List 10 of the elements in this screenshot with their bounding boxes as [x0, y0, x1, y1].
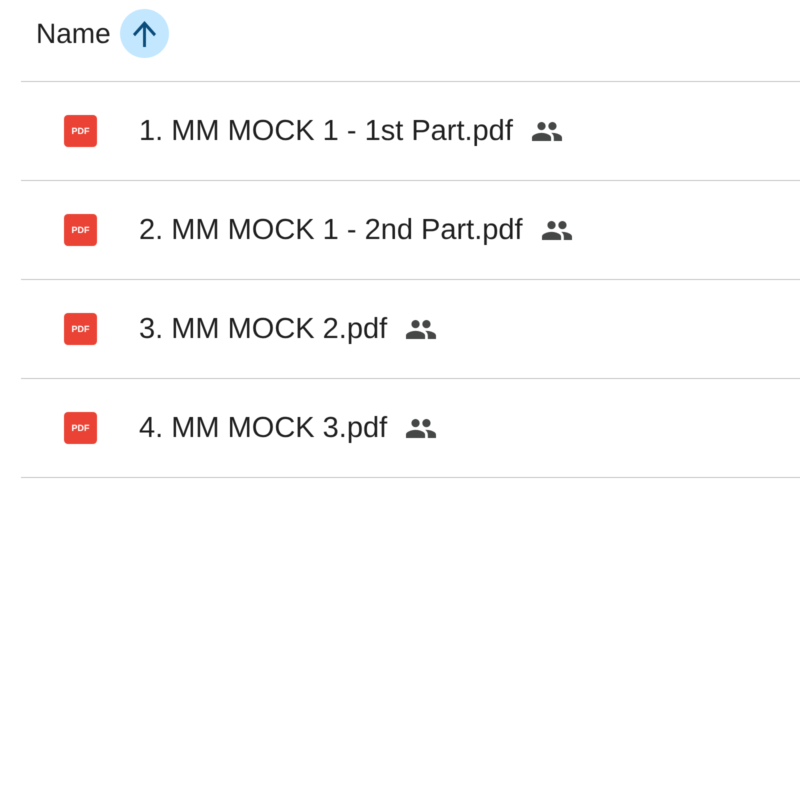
sort-button[interactable]: [120, 9, 169, 58]
column-header[interactable]: Name: [36, 9, 111, 58]
file-name[interactable]: 1. MM MOCK 1 - 1st Part.pdf: [139, 114, 513, 148]
file-name[interactable]: 4. MM MOCK 3.pdf: [139, 411, 388, 445]
pdf-file-badge: PDF: [64, 115, 97, 147]
file-name[interactable]: 2. MM MOCK 1 - 2nd Part.pdf: [139, 213, 523, 247]
file-name[interactable]: 3. MM MOCK 2.pdf: [139, 312, 388, 346]
pdf-file-badge: PDF: [64, 214, 97, 246]
pdf-file-badge: PDF: [64, 313, 97, 345]
pdf-file-badge: PDF: [64, 412, 97, 444]
